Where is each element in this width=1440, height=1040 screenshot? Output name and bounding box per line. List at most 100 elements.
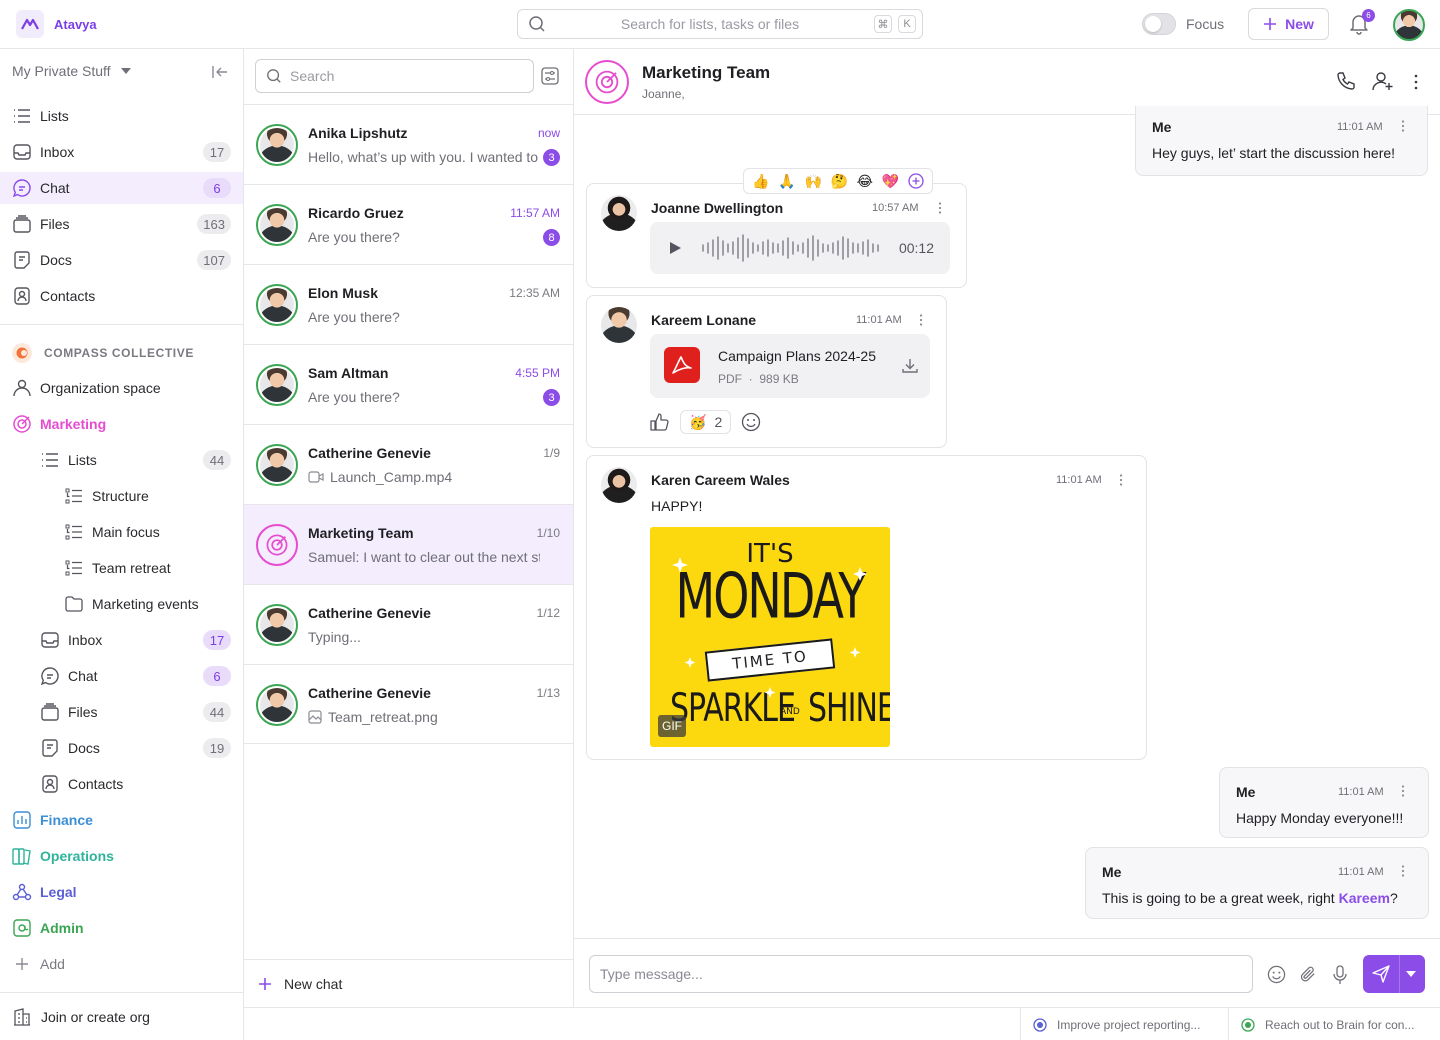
message-more-icon[interactable] — [919, 314, 923, 326]
chat-list-panel: Search Anika Lipshutz now Hello, what’s … — [244, 49, 574, 1007]
reaction-option[interactable]: 🙏 — [778, 173, 795, 190]
sidebar-item-marketing[interactable]: Marketing — [0, 408, 243, 440]
video-icon — [308, 471, 324, 483]
notifications-button[interactable]: 6 — [1349, 9, 1375, 35]
chat-list-item[interactable]: Catherine Genevie 1/12 Typing... — [244, 584, 573, 664]
microphone-icon[interactable] — [1332, 965, 1348, 985]
sidebar: My Private Stuff Lists Inbox 17 Chat 6 F… — [0, 49, 244, 1040]
download-icon[interactable] — [902, 358, 918, 374]
add-user-icon[interactable] — [1372, 71, 1394, 91]
chat-list-item[interactable]: Elon Musk 12:35 AM Are you there? — [244, 264, 573, 344]
sidebar-item-team-retreat[interactable]: Team retreat — [0, 552, 243, 584]
sidebar-item-label: Files — [68, 704, 98, 720]
org-header[interactable]: COMPASS COLLECTIVE — [12, 343, 194, 363]
emoji-icon[interactable] — [1267, 965, 1286, 984]
sidebar-item-operations[interactable]: Operations — [0, 840, 243, 872]
sidebar-item-marketing-inbox[interactable]: Inbox 17 — [0, 624, 243, 656]
conversation-title: Marketing Team — [642, 63, 771, 82]
message-composer — [574, 938, 1440, 1007]
sidebar-item-contacts[interactable]: Contacts — [0, 280, 243, 312]
message-input[interactable] — [589, 955, 1253, 993]
message-time: 10:57 AM — [872, 202, 919, 214]
send-button[interactable] — [1363, 955, 1425, 993]
reaction-option[interactable]: 💖 — [882, 173, 899, 190]
user-avatar[interactable] — [1393, 9, 1425, 41]
phone-icon[interactable] — [1336, 71, 1356, 91]
new-label: New — [1285, 16, 1314, 32]
gif-image[interactable]: IT'S MONDAY TIME TO SPARKLE AND SHINE GI… — [650, 527, 890, 747]
sidebar-item-marketing-docs[interactable]: Docs 19 — [0, 732, 243, 764]
sidebar-item-label: Structure — [92, 488, 149, 504]
chat-list-item[interactable]: Catherine Genevie 1/9 Launch_Camp.mp4 — [244, 424, 573, 504]
new-button[interactable]: New — [1248, 8, 1329, 40]
brand[interactable]: Atavya — [16, 10, 97, 38]
focus-switch[interactable] — [1142, 13, 1176, 35]
chat-list-item[interactable]: Ricardo Gruez 11:57 AM Are you there? 8 — [244, 184, 573, 264]
sidebar-item-label: Finance — [40, 812, 93, 828]
chat-list-item-selected[interactable]: Marketing Team 1/10 Samuel: I want to cl… — [244, 504, 573, 584]
sidebar-item-structure[interactable]: Structure — [0, 480, 243, 512]
sidebar-item-lists[interactable]: Lists — [0, 100, 243, 132]
sidebar-item-admin[interactable]: Admin — [0, 912, 243, 944]
sidebar-item-chat[interactable]: Chat 6 — [0, 172, 243, 204]
sidebar-item-marketing-chat[interactable]: Chat 6 — [0, 660, 243, 692]
sidebar-item-files[interactable]: Files 163 — [0, 208, 243, 240]
message-more-icon[interactable] — [1401, 785, 1405, 797]
sidebar-item-marketing-files[interactable]: Files 44 — [0, 696, 243, 728]
chat-search[interactable]: Search — [255, 59, 534, 93]
chat-time: 12:35 AM — [509, 286, 560, 300]
sidebar-item-finance[interactable]: Finance — [0, 804, 243, 836]
workspace-switcher[interactable]: My Private Stuff — [12, 63, 131, 79]
attachment-icon[interactable] — [1299, 965, 1318, 984]
chat-list-item[interactable]: Anika Lipshutz now Hello, what’s up with… — [244, 104, 573, 184]
file-type: PDF — [718, 372, 742, 386]
reaction-option[interactable]: 🙌 — [804, 173, 821, 190]
reaction-chip[interactable]: 🥳 2 — [680, 410, 732, 434]
sidebar-item-marketing-contacts[interactable]: Contacts — [0, 768, 243, 800]
footer-task[interactable]: Reach out to Brain for con... — [1228, 1008, 1440, 1040]
new-chat-button[interactable]: New chat — [244, 959, 573, 1007]
emoji-icon[interactable] — [741, 412, 761, 432]
message-time: 11:01 AM — [1338, 866, 1384, 878]
footer-task[interactable]: Improve project reporting... — [1020, 1008, 1228, 1040]
chat-icon — [12, 178, 32, 198]
more-vertical-icon[interactable] — [1414, 74, 1418, 90]
play-icon[interactable] — [668, 241, 682, 255]
join-org-button[interactable]: Join or create org — [0, 992, 243, 1040]
message-more-icon[interactable] — [1119, 474, 1123, 486]
reaction-picker: 👍 🙏 🙌 🤔 😂 💖 — [743, 168, 933, 194]
sublist-icon — [64, 558, 84, 578]
reaction-option[interactable]: 🤔 — [831, 173, 848, 190]
message-more-icon[interactable] — [1401, 865, 1405, 877]
sidebar-item-organization-space[interactable]: Organization space — [0, 372, 243, 404]
sidebar-item-docs[interactable]: Docs 107 — [0, 244, 243, 276]
sidebar-item-marketing-lists[interactable]: Lists 44 — [0, 444, 243, 476]
add-reaction-icon[interactable] — [907, 173, 924, 189]
sidebar-item-marketing-events[interactable]: Marketing events — [0, 588, 243, 620]
reaction-option[interactable]: 👍 — [752, 173, 769, 190]
plus-icon — [12, 954, 32, 974]
message-more-icon[interactable] — [938, 202, 942, 214]
building-icon — [13, 1007, 31, 1026]
filter-icon[interactable] — [541, 67, 559, 85]
thumbs-up-icon[interactable] — [650, 413, 670, 431]
sidebar-add-button[interactable]: Add — [0, 948, 243, 980]
reaction-option[interactable]: 😂 — [857, 173, 873, 190]
message-more-icon[interactable] — [1401, 120, 1405, 132]
collapse-sidebar-icon[interactable] — [212, 66, 228, 78]
global-search[interactable]: Search for lists, tasks or files ⌘ K — [517, 9, 923, 39]
voice-message[interactable]: 00:12 — [650, 222, 950, 274]
sidebar-item-inbox[interactable]: Inbox 17 — [0, 136, 243, 168]
file-attachment[interactable]: Campaign Plans 2024-25 PDF · 989 KB — [650, 334, 930, 398]
sidebar-item-legal[interactable]: Legal — [0, 876, 243, 908]
message-bubble-me: Me 11:01 AM Hey guys, let’ start the dis… — [1135, 106, 1428, 176]
send-options-chevron-icon[interactable] — [1406, 971, 1416, 977]
target-icon — [12, 414, 32, 434]
sidebar-item-main-focus[interactable]: Main focus — [0, 516, 243, 548]
chat-list-item[interactable]: Catherine Genevie 1/13 Team_retreat.png — [244, 664, 573, 744]
inbox-icon — [12, 142, 32, 162]
focus-toggle[interactable]: Focus — [1142, 13, 1224, 35]
chat-list-item[interactable]: Sam Altman 4:55 PM Are you there? 3 — [244, 344, 573, 424]
mention-link[interactable]: Kareem — [1339, 890, 1390, 906]
people-icon — [12, 378, 32, 398]
